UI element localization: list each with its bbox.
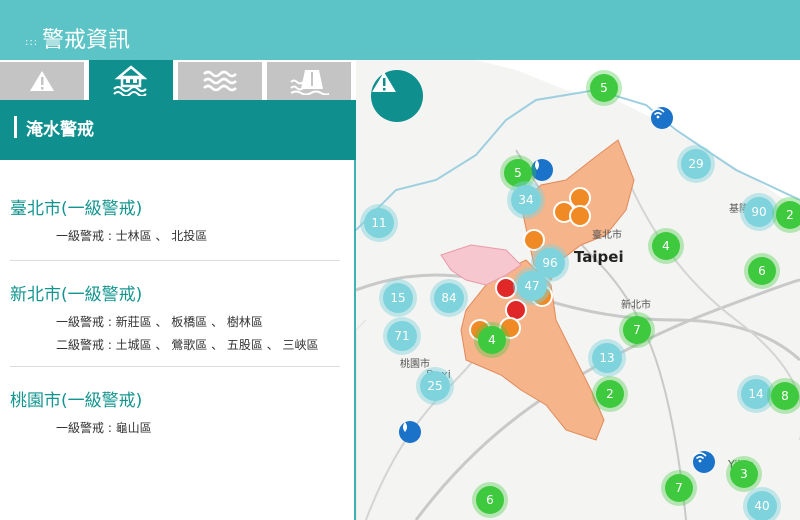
flooded-house-icon [113,65,148,96]
region-name: 臺北市(一級警戒) [10,199,143,219]
map-cluster[interactable]: 5 [590,74,618,102]
map-cluster[interactable]: 6 [476,486,504,514]
region-warning-line: 一級警戒 : 士林區 、 北投區 [56,229,208,243]
map-cluster[interactable]: 7 [623,316,651,344]
map-cluster[interactable]: 8 [771,382,799,410]
tab-river-level[interactable] [178,62,262,100]
map-cluster[interactable]: 7 [665,474,693,502]
region-warning-line: 二級警戒 : 土城區 、 鶯歌區 、 五股區 、 三峽區 [56,338,319,352]
map-cluster[interactable]: 2 [776,201,800,229]
tab-reservoir[interactable] [267,62,351,100]
map-cluster[interactable]: 29 [681,149,711,179]
flood-warning-marker[interactable] [569,205,591,227]
alert-toggle-button[interactable] [371,70,423,122]
map-cluster[interactable]: 40 [747,491,777,520]
map-cluster[interactable]: 11 [364,208,394,238]
wifi-station-icon[interactable] [651,107,673,129]
water-station-icon[interactable] [531,159,553,181]
map-cluster[interactable]: 25 [420,371,450,401]
map-cluster[interactable]: 47 [517,271,547,301]
map-label-taipei-city: 臺北市 [592,230,622,241]
map-cluster[interactable]: 4 [652,232,680,260]
map-view[interactable]: Taipei 臺北市 基隆市 新北市 桃園市 Daxi Yilan 5 29 5… [356,60,800,520]
map-cluster[interactable]: 14 [741,379,771,409]
map-cluster[interactable]: 6 [748,257,776,285]
map-cluster[interactable]: 15 [383,283,413,313]
map-cluster[interactable]: 90 [744,197,774,227]
region-warning-line: 一級警戒 : 新莊區 、 板橋區 、 樹林區 [56,315,263,329]
map-cluster[interactable]: 5 [504,159,532,187]
divider [10,366,340,367]
tab-bar [0,60,356,100]
map-label-newtaipei: 新北市 [621,300,651,311]
map-base [356,60,800,520]
map-cluster[interactable]: 2 [596,380,624,408]
region-name: 桃園市(一級警戒) [10,391,143,411]
section-title: 淹水警戒 [26,120,94,140]
map-cluster[interactable]: 3 [730,460,758,488]
divider [10,260,340,261]
warning-panel: 淹水警戒 臺北市(一級警戒) 一級警戒 : 士林區 、 北投區 新北市(一級警戒… [0,60,356,520]
section-header: 淹水警戒 [0,100,356,160]
dam-icon [290,70,329,95]
map-cluster[interactable]: 4 [478,326,506,354]
region-name: 新北市(一級警戒) [10,285,143,305]
warning-icon [30,71,54,91]
waves-icon [203,70,237,92]
tab-flood-warning[interactable] [89,60,173,100]
region-taipei[interactable]: 臺北市(一級警戒) 一級警戒 : 士林區 、 北投區 [10,194,207,244]
menu-grip-icon[interactable]: ::: [25,37,38,48]
map-cluster[interactable]: 34 [511,185,541,215]
flood-warning-marker[interactable] [523,229,545,251]
flood-alert-marker[interactable] [495,277,517,299]
tab-general-warning[interactable] [0,62,84,100]
wifi-station-icon[interactable] [693,451,715,473]
map-cluster[interactable]: 84 [434,283,464,313]
map-label-taipei: Taipei [574,248,624,266]
region-warning-line: 一級警戒 : 龜山區 [56,421,152,435]
map-cluster[interactable]: 71 [387,321,417,351]
water-station-icon[interactable] [399,421,421,443]
section-bar [14,116,17,138]
app-header: ::: 警戒資訊 [0,0,800,60]
map-cluster[interactable]: 13 [592,343,622,373]
warning-icon [372,72,396,92]
region-taoyuan[interactable]: 桃園市(一級警戒) 一級警戒 : 龜山區 [10,386,152,436]
page-title: 警戒資訊 [42,28,131,53]
region-new-taipei[interactable]: 新北市(一級警戒) 一級警戒 : 新莊區 、 板橋區 、 樹林區 二級警戒 : … [10,280,319,353]
